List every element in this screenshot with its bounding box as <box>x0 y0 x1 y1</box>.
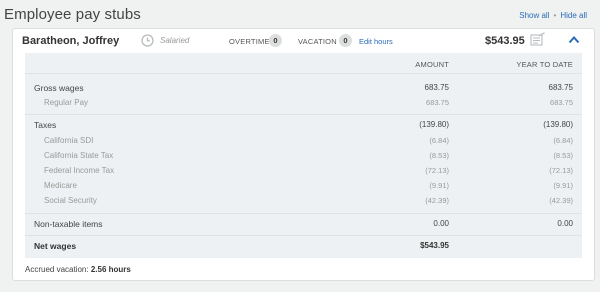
row-ytd: 0.00 <box>557 219 573 228</box>
page-title: Employee pay stubs <box>4 6 141 23</box>
tax-item-row: California State Tax (8.53) (8.53) <box>25 149 582 164</box>
chevron-up-icon[interactable] <box>568 35 580 44</box>
row-label: Taxes <box>34 120 57 130</box>
tax-item-row: California SDI (6.84) (6.84) <box>25 134 582 149</box>
row-amount: (8.53) <box>429 151 449 160</box>
row-ytd: (8.53) <box>553 151 573 160</box>
row-amount: 0.00 <box>433 219 449 228</box>
employee-summary-row[interactable]: Baratheon, Joffrey Salaried OVERTIME 0 V… <box>13 29 594 53</box>
tax-item-row: Federal Income Tax (72.13) (72.13) <box>25 164 582 179</box>
row-label: Federal Income Tax <box>44 166 115 175</box>
row-amount: 683.75 <box>424 83 449 92</box>
row-amount: (6.84) <box>429 136 449 145</box>
row-ytd: (9.91) <box>553 181 573 190</box>
tax-item-row: Social Security (42.39) (42.39) <box>25 194 582 209</box>
row-label: California State Tax <box>44 151 114 160</box>
row-ytd: (139.80) <box>543 120 573 129</box>
accrued-value: 2.56 hours <box>90 265 131 274</box>
page-header: Employee pay stubs Show all • Hide all <box>0 0 600 26</box>
vacation-count-badge: 0 <box>339 34 352 47</box>
row-label: Regular Pay <box>44 98 89 107</box>
accrued-vacation: Accrued vacation: 2.56 hours <box>25 265 131 274</box>
pay-type: Salaried <box>160 36 190 45</box>
row-amount: $543.95 <box>420 241 449 250</box>
row-amount: (9.91) <box>429 181 449 190</box>
pay-stub-detail: AMOUNT YEAR TO DATE Gross wages 683.75 6… <box>25 53 582 258</box>
show-all-link[interactable]: Show all <box>519 11 549 20</box>
overtime-count-badge: 0 <box>269 34 282 47</box>
row-ytd: (42.39) <box>549 196 573 205</box>
hide-all-link[interactable]: Hide all <box>560 11 587 20</box>
overtime-label: OVERTIME <box>229 37 270 46</box>
row-amount: (139.80) <box>419 120 449 129</box>
nontaxable-row: Non-taxable items 0.00 0.00 <box>25 217 582 232</box>
table-header: AMOUNT YEAR TO DATE <box>25 53 582 74</box>
row-amount: (72.13) <box>425 166 449 175</box>
clock-icon <box>141 34 154 47</box>
header-links: Show all • Hide all <box>519 11 587 20</box>
row-label: California SDI <box>44 136 94 145</box>
col-ytd-header: YEAR TO DATE <box>516 60 573 69</box>
tax-item-row: Medicare (9.91) (9.91) <box>25 179 582 194</box>
link-separator: • <box>553 11 557 20</box>
row-ytd: (72.13) <box>549 166 573 175</box>
employee-name: Baratheon, Joffrey <box>22 35 120 47</box>
net-pay-amount: $543.95 <box>485 35 525 47</box>
row-label: Gross wages <box>34 83 84 93</box>
row-ytd: (6.84) <box>553 136 573 145</box>
divider <box>25 235 582 236</box>
divider <box>25 114 582 115</box>
row-label: Medicare <box>44 181 77 190</box>
taxes-row: Taxes (139.80) (139.80) <box>25 118 582 133</box>
row-label: Non-taxable items <box>34 219 103 229</box>
row-ytd: 683.75 <box>550 98 573 107</box>
net-wages-row: Net wages $543.95 <box>25 239 582 254</box>
edit-hours-link[interactable]: Edit hours <box>359 37 393 46</box>
row-label: Social Security <box>44 196 97 205</box>
accrued-label: Accrued vacation: <box>25 265 89 274</box>
document-icon[interactable] <box>530 32 546 46</box>
vacation-label: VACATION <box>298 37 337 46</box>
col-amount-header: AMOUNT <box>415 60 449 69</box>
divider <box>25 213 582 214</box>
row-label: Net wages <box>34 241 77 251</box>
pay-stub-card: Baratheon, Joffrey Salaried OVERTIME 0 V… <box>12 28 595 281</box>
row-ytd: 683.75 <box>548 83 573 92</box>
regular-pay-row: Regular Pay 683.75 683.75 <box>25 96 582 111</box>
gross-wages-row: Gross wages 683.75 683.75 <box>25 81 582 96</box>
row-amount: 683.75 <box>426 98 449 107</box>
row-amount: (42.39) <box>425 196 449 205</box>
